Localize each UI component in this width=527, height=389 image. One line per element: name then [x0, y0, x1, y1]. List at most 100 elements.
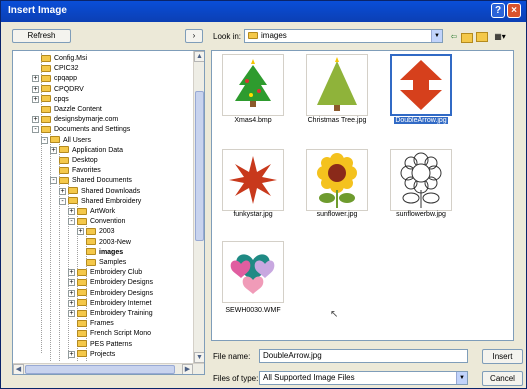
expand-icon[interactable]: +	[32, 85, 39, 93]
scroll-right-icon[interactable]: ▶	[182, 364, 193, 374]
new-folder-icon[interactable]	[476, 32, 488, 42]
expand-icon[interactable]: +	[68, 350, 75, 358]
help-button[interactable]: ?	[491, 3, 505, 18]
expand-icon[interactable]: +	[50, 146, 57, 154]
tree-guide-line	[50, 131, 51, 361]
tree-node-label: Samples	[99, 259, 127, 266]
look-in-dropdown[interactable]: images ▼	[244, 29, 443, 43]
folder-icon	[41, 105, 51, 113]
tree-node-label: Documents and Settings	[54, 126, 131, 134]
tree-node-label: images	[99, 248, 124, 256]
tree-node-label: Embroidery Club	[90, 269, 143, 277]
file-caption[interactable]: Xmas4.bmp	[208, 117, 298, 124]
file-caption[interactable]: sunflowerbw.jpg	[376, 211, 466, 218]
folder-icon	[41, 126, 51, 134]
folder-icon	[248, 32, 258, 40]
chevron-down-icon[interactable]: ▼	[456, 372, 467, 384]
folder-icon	[77, 217, 87, 225]
mouse-cursor-icon: ↖	[330, 309, 339, 320]
tree-node-label: Embroidery Designs	[90, 289, 154, 297]
folder-icon	[41, 54, 51, 62]
file-thumb[interactable]	[222, 241, 284, 303]
tree-node-label: Application Data	[72, 146, 123, 154]
folder-tree[interactable]: Config.Msi CPIC32 cpqapp + CPQDRV + cpqs + Dazzl…	[12, 50, 205, 375]
file-thumb[interactable]	[390, 149, 452, 211]
up-folder-icon[interactable]	[461, 33, 473, 43]
file-type-label: Files of type:	[213, 374, 259, 383]
folder-icon	[86, 228, 96, 236]
collapse-icon[interactable]: -	[59, 197, 66, 205]
folder-icon	[77, 279, 87, 287]
tree-node-label: CPIC32	[54, 65, 79, 73]
file-name-input[interactable]: DoubleArrow.jpg	[259, 349, 468, 363]
folder-icon	[77, 309, 87, 317]
file-thumb[interactable]	[222, 54, 284, 116]
expand-icon[interactable]: +	[68, 269, 75, 277]
collapse-icon[interactable]: -	[32, 126, 39, 134]
file-caption[interactable]: DoubleArrow.jpg	[376, 117, 466, 124]
insert-button[interactable]: Insert	[482, 349, 523, 364]
folder-icon	[77, 350, 87, 358]
small-xmas-tree-icon	[235, 59, 271, 107]
tree-node[interactable]: Projects	[77, 349, 115, 360]
tree-scroll-thumb[interactable]	[195, 91, 204, 241]
collapse-icon[interactable]: -	[68, 218, 75, 226]
scroll-up-icon[interactable]: ▲	[194, 51, 204, 62]
view-menu-icon[interactable]: ▦▾	[492, 31, 508, 42]
file-list[interactable]: Xmas4.bmp Christmas Tree.jpg DoubleArrow…	[211, 50, 514, 341]
file-thumb[interactable]	[306, 54, 368, 116]
folder-icon	[77, 330, 87, 338]
file-caption[interactable]: SEWH0030.WMF	[208, 307, 298, 314]
sunflower-icon	[317, 153, 357, 208]
folder-icon	[86, 258, 96, 266]
file-thumb[interactable]	[306, 149, 368, 211]
expand-icon[interactable]: +	[59, 187, 66, 195]
tree-horizontal-scrollbar[interactable]: ◀ ▶	[13, 363, 204, 374]
file-thumb[interactable]	[222, 149, 284, 211]
folder-icon	[50, 136, 60, 144]
expand-icon[interactable]: +	[68, 289, 75, 297]
tree-vertical-scrollbar[interactable]: ▲ ▼	[193, 51, 204, 363]
scroll-left-icon[interactable]: ◀	[13, 364, 24, 374]
file-caption[interactable]: funkystar.jpg	[208, 211, 298, 218]
collapse-icon[interactable]: -	[50, 177, 57, 185]
scroll-down-icon[interactable]: ▼	[194, 352, 204, 363]
file-thumb-selected[interactable]	[390, 54, 452, 116]
back-icon[interactable]: ⇦	[448, 31, 460, 42]
folder-icon	[86, 238, 96, 246]
tree-node-label: Desktop	[72, 157, 98, 164]
expand-icon[interactable]: +	[68, 208, 75, 215]
expand-icon[interactable]: +	[32, 95, 39, 103]
go-arrow-button[interactable]: ›	[185, 29, 203, 43]
folder-icon	[41, 95, 51, 103]
tree-node-label: Projects	[90, 350, 116, 358]
expand-icon[interactable]: +	[68, 299, 75, 307]
file-caption[interactable]: Christmas Tree.jpg	[292, 117, 382, 124]
chevron-down-icon[interactable]: ▼	[431, 30, 442, 42]
hearts-icon	[230, 254, 275, 294]
tree-node-label: Frames	[90, 320, 114, 328]
double-arrow-icon	[400, 60, 442, 110]
tree-node-label: Shared Documents	[72, 177, 132, 185]
look-in-value: images	[261, 31, 287, 40]
tree-node-label: Config.Msi	[54, 55, 88, 62]
folder-icon	[77, 319, 87, 327]
expand-icon[interactable]: +	[68, 279, 75, 287]
collapse-icon[interactable]: -	[41, 136, 48, 144]
tree-node-label: Shared Embroidery	[81, 197, 142, 205]
christmas-tree-icon	[317, 57, 357, 111]
expand-icon[interactable]: +	[32, 116, 39, 124]
expand-icon[interactable]: +	[77, 228, 84, 236]
folder-icon	[41, 85, 51, 93]
cancel-button[interactable]: Cancel	[482, 371, 523, 386]
expand-icon[interactable]: +	[32, 75, 39, 83]
tree-node-label: Embroidery Designs	[90, 279, 154, 287]
tree-hscroll-thumb[interactable]	[25, 365, 175, 374]
file-type-select[interactable]: All Supported Image Files ▼	[259, 371, 468, 385]
file-caption[interactable]: sunflower.jpg	[292, 211, 382, 218]
tree-node-label: 2003	[99, 228, 115, 236]
expand-icon[interactable]: +	[68, 310, 75, 317]
refresh-button[interactable]: Refresh	[12, 29, 71, 43]
folder-icon	[59, 166, 69, 174]
close-button[interactable]: ×	[507, 3, 521, 18]
